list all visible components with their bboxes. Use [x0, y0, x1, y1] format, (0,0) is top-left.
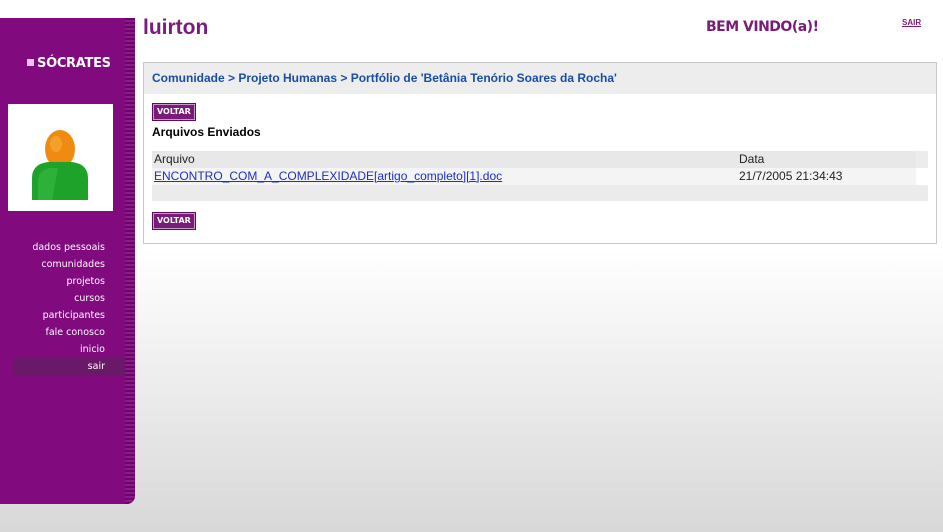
- logo: SÓCRATES: [27, 56, 111, 71]
- file-link[interactable]: ENCONTRO_COM_A_COMPLEXIDADE[artigo_compl…: [154, 169, 502, 183]
- sidebar-item-comunidades[interactable]: comunidades: [0, 256, 125, 273]
- avatar: [8, 104, 113, 211]
- avatar-icon: [32, 130, 88, 200]
- sidebar: SÓCRATES dados pessoais comunidades proj…: [0, 18, 135, 504]
- table-row: ENCONTRO_COM_A_COMPLEXIDADE[artigo_compl…: [152, 168, 916, 185]
- table-footer: [152, 185, 928, 201]
- main-panel: Comunidade > Projeto Humanas > Portfólio…: [143, 62, 937, 244]
- sidebar-item-sair[interactable]: sair: [13, 358, 125, 375]
- sidebar-item-fale-conosco[interactable]: fale conosco: [0, 324, 125, 341]
- back-button-top[interactable]: VOLTAR: [152, 103, 196, 121]
- sidebar-stripe: [125, 18, 135, 504]
- table-header-scroll-cell: [916, 151, 928, 168]
- sidebar-item-participantes[interactable]: participantes: [0, 307, 125, 324]
- sidebar-item-projetos[interactable]: projetos: [0, 273, 125, 290]
- sidebar-item-inicio[interactable]: inicio: [0, 341, 125, 358]
- table-header: Arquivo Data: [152, 151, 928, 168]
- column-header-file: Arquivo: [154, 152, 195, 166]
- files-table: Arquivo Data ENCONTRO_COM_A_COMPLEXIDADE…: [152, 151, 928, 201]
- table-cell-date: 21/7/2005 21:34:43: [739, 169, 843, 183]
- back-button-bottom[interactable]: VOLTAR: [152, 212, 196, 230]
- sidebar-item-cursos[interactable]: cursos: [0, 290, 125, 307]
- section-title: Arquivos Enviados: [152, 125, 261, 139]
- page-title: luirton: [143, 16, 209, 39]
- logo-text: SÓCRATES: [37, 56, 111, 71]
- column-header-date: Data: [739, 152, 765, 166]
- breadcrumb: Comunidade > Projeto Humanas > Portfólio…: [144, 63, 936, 94]
- logo-square-icon: [27, 59, 34, 66]
- logout-link[interactable]: SAIR: [902, 18, 921, 27]
- sidebar-item-dados-pessoais[interactable]: dados pessoais: [0, 239, 125, 256]
- sidebar-nav: dados pessoais comunidades projetos curs…: [0, 239, 125, 375]
- welcome-banner: BEM VINDO(a)!: [706, 19, 819, 35]
- table-cell-file: ENCONTRO_COM_A_COMPLEXIDADE[artigo_compl…: [154, 168, 502, 185]
